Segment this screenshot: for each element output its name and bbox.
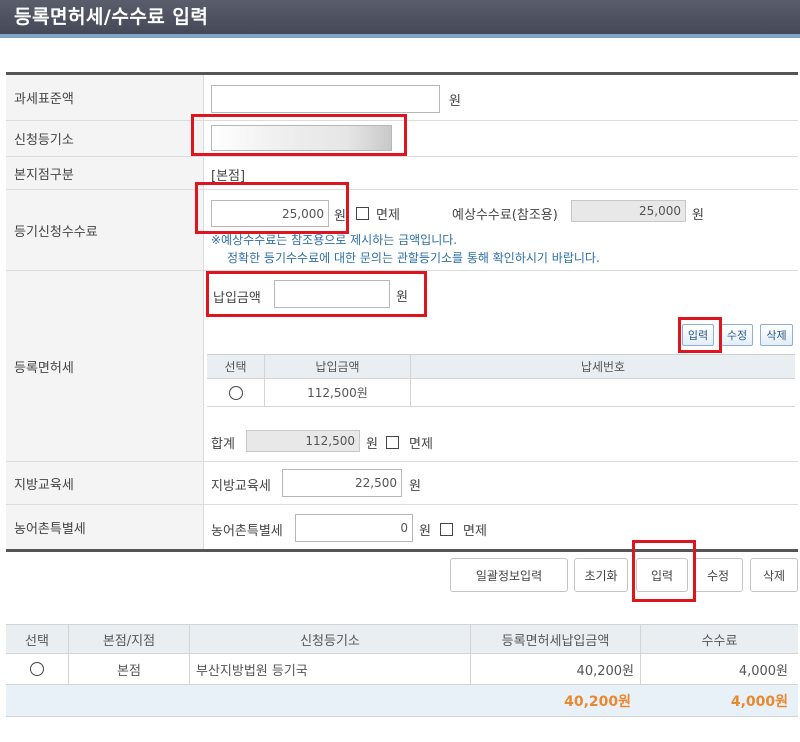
registration-fee-label: 등기신청수수료 — [14, 224, 98, 240]
row-select-radio[interactable] — [228, 385, 243, 400]
tax-total-unit: 원 — [366, 437, 378, 452]
registration-license-tax-label: 등록면허세 — [14, 360, 74, 376]
tax-exempt-label: 면제 — [409, 437, 433, 452]
rural-special-tax-field-label: 농어촌특별세 — [211, 524, 283, 539]
rural-special-tax-exempt-label: 면제 — [463, 524, 487, 539]
list-header-tax-amount: 등록면허세납입금액 — [471, 625, 641, 653]
registration-fee-exempt-checkbox[interactable] — [356, 207, 369, 220]
local-education-tax-input[interactable]: 22,500 — [282, 469, 402, 497]
local-education-tax-unit: 원 — [409, 479, 421, 494]
row-local-education-tax: 지방교육세 지방교육세 22,500 원 — [6, 462, 798, 505]
list-row-branch: 본점 — [69, 654, 190, 684]
list-row-registry: 부산지방법원 등기국 — [190, 654, 471, 684]
list-header-branch: 본점/지점 — [69, 625, 190, 653]
tax-base-label: 과세표준액 — [14, 92, 74, 107]
tax-delete-button[interactable]: 삭제 — [760, 324, 793, 346]
rural-special-tax-input[interactable]: 0 — [295, 514, 413, 542]
list-header-registry: 신청등기소 — [190, 625, 471, 653]
list-header-select: 선택 — [6, 625, 69, 653]
highlight-payment-amount — [206, 271, 427, 317]
list-header-fee: 수수료 — [701, 633, 738, 649]
branch-type-label: 본지점구분 — [14, 167, 74, 183]
page-header: 등록면허세/수수료 입력 — [0, 0, 800, 34]
row-registration-fee: 등기신청수수료 25,000 원 면제 예상수수료(참조용) 25,000 원 … — [6, 190, 798, 271]
row-amount: 112,500원 — [265, 379, 411, 406]
expected-fee-label: 예상수수료(참조용) — [452, 208, 558, 223]
row-branch-type: 본지점구분 [본점] — [6, 157, 798, 190]
fee-note-line2: 정확한 등기수수료에 대한 문의는 관할등기소를 통해 확인하시기 바랍니다. — [227, 251, 600, 265]
header-tax-no: 납세번호 — [580, 360, 626, 374]
tax-total-label: 합계 — [211, 437, 235, 452]
highlight-registry — [191, 114, 407, 156]
local-education-tax-label: 지방교육세 — [14, 477, 74, 493]
reset-button[interactable]: 초기화 — [574, 558, 628, 592]
tax-base-input[interactable] — [211, 85, 440, 113]
registry-label: 신청등기소 — [14, 133, 74, 148]
page-title: 등록면허세/수수료 입력 — [14, 6, 209, 28]
edit-button[interactable]: 수정 — [693, 558, 743, 592]
table-row: 112,500원 — [207, 379, 795, 407]
delete-button[interactable]: 삭제 — [750, 558, 798, 592]
registration-fee-exempt-label: 면제 — [376, 208, 400, 223]
list-row-fee: 4,000원 — [738, 663, 788, 679]
list-total-row: 40,200원 4,000원 — [6, 685, 798, 717]
row-tax-no — [411, 379, 795, 406]
rural-special-tax-exempt-checkbox[interactable] — [440, 523, 453, 536]
highlight-input-button — [632, 540, 696, 602]
local-education-tax-field-label: 지방교육세 — [211, 479, 271, 494]
header-divider — [0, 34, 800, 38]
tax-edit-button[interactable]: 수정 — [721, 324, 753, 346]
tax-payment-table-header: 선택 납입금액 납세번호 — [207, 355, 795, 379]
tax-base-unit: 원 — [449, 94, 461, 109]
registry-list-table: 선택 본점/지점 신청등기소 등록면허세납입금액 수수료 본점 부산지방법원 등… — [6, 624, 798, 717]
total-tax-amount: 40,200원 — [564, 693, 631, 710]
list-item[interactable]: 본점 부산지방법원 등기국 40,200원 4,000원 — [6, 654, 798, 685]
header-amount: 납입금액 — [265, 355, 411, 378]
expected-fee-value: 25,000 — [571, 200, 686, 222]
bulk-input-button[interactable]: 일괄정보입력 — [450, 558, 568, 592]
highlight-tax-input-button — [678, 317, 722, 353]
tax-total-value: 112,500 — [246, 430, 360, 452]
header-select: 선택 — [207, 355, 265, 378]
list-row-select-radio[interactable] — [30, 662, 44, 676]
rural-special-tax-unit: 원 — [419, 524, 431, 539]
list-header: 선택 본점/지점 신청등기소 등록면허세납입금액 수수료 — [6, 624, 798, 654]
expected-fee-unit: 원 — [692, 208, 704, 223]
tax-payment-table: 선택 납입금액 납세번호 112,500원 — [207, 354, 795, 407]
rural-special-tax-label: 농어촌특별세 — [14, 521, 86, 537]
total-fee: 4,000원 — [730, 693, 788, 710]
highlight-registration-fee — [195, 182, 349, 234]
tax-exempt-checkbox[interactable] — [386, 436, 399, 449]
list-row-tax-amount: 40,200원 — [471, 654, 641, 684]
